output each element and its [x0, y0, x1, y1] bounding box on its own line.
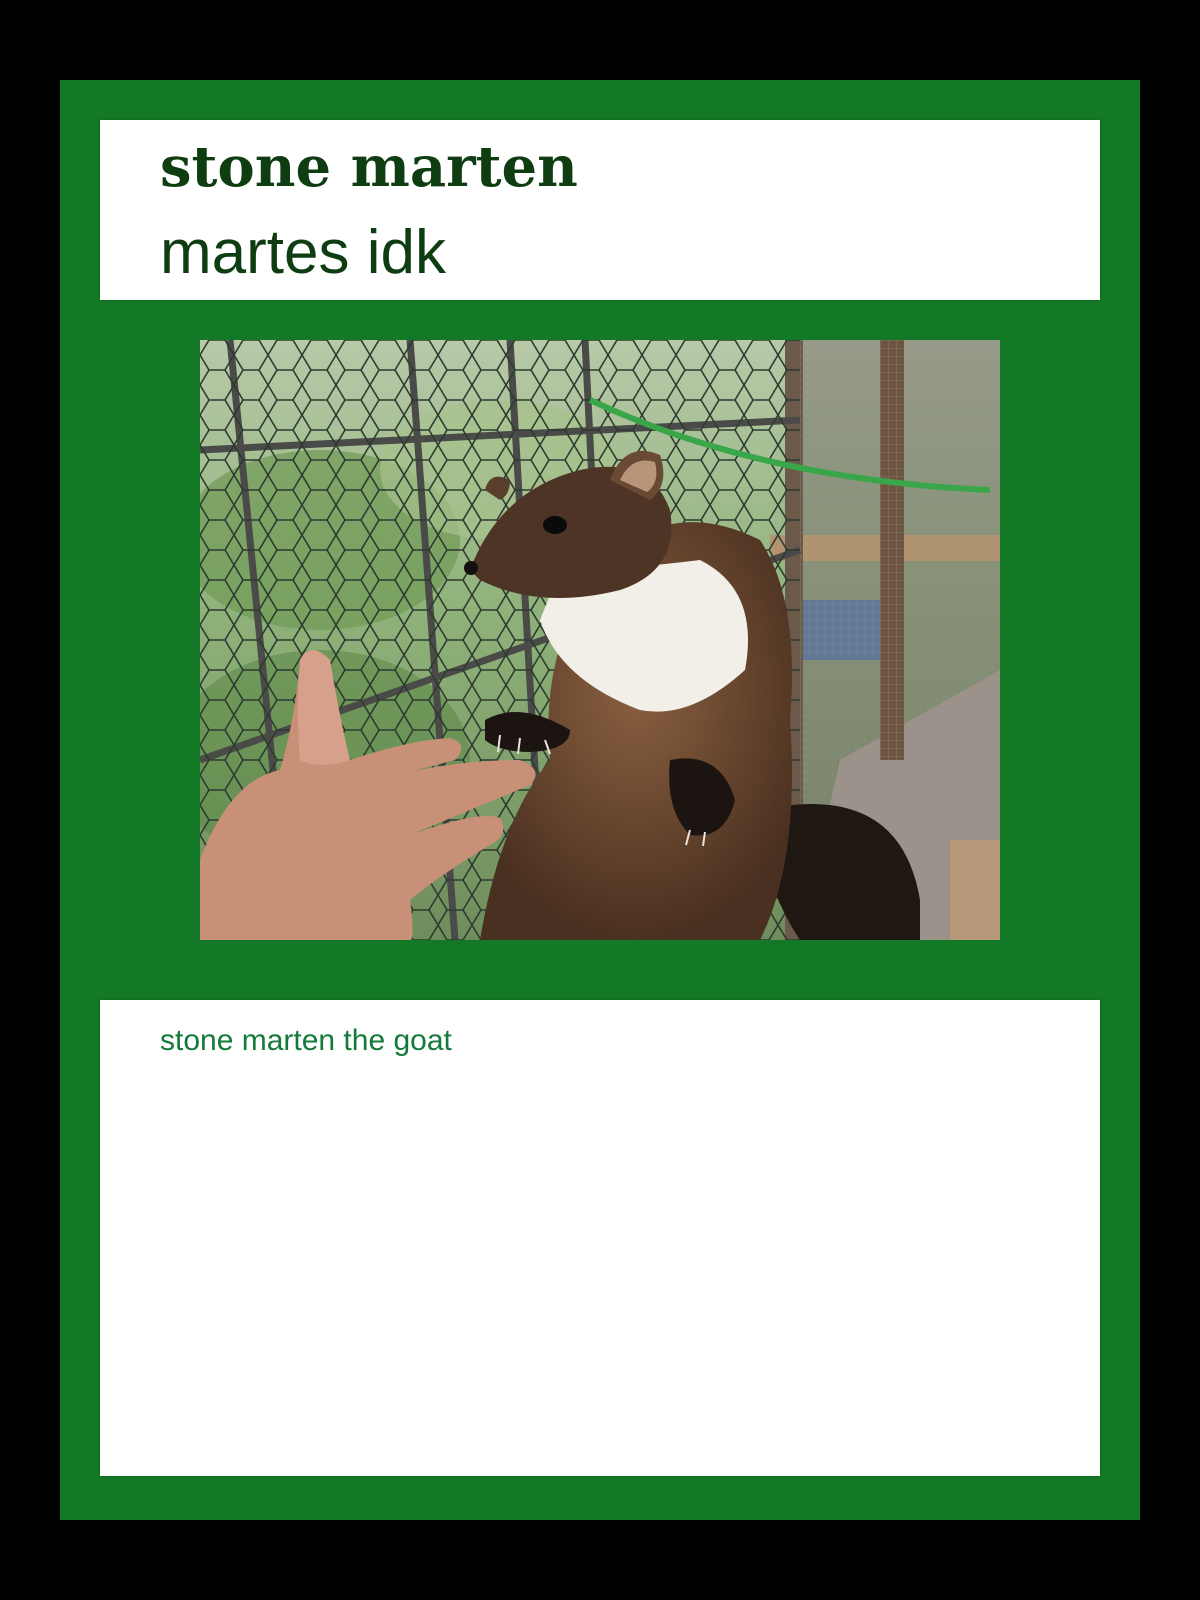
animal-photo [200, 340, 1000, 940]
common-name: stone marten [160, 134, 578, 200]
description-panel: stone marten the goat [100, 1000, 1100, 1476]
description-text: stone marten the goat [160, 1024, 452, 1057]
card-header: stone marten martes idk [100, 120, 1100, 300]
animal-photo-illustration [200, 340, 1000, 940]
scientific-name: martes idk [160, 218, 446, 287]
species-card: stone marten martes idk stone marten the… [60, 80, 1140, 1520]
page: stone marten martes idk stone marten the… [0, 0, 1200, 1600]
